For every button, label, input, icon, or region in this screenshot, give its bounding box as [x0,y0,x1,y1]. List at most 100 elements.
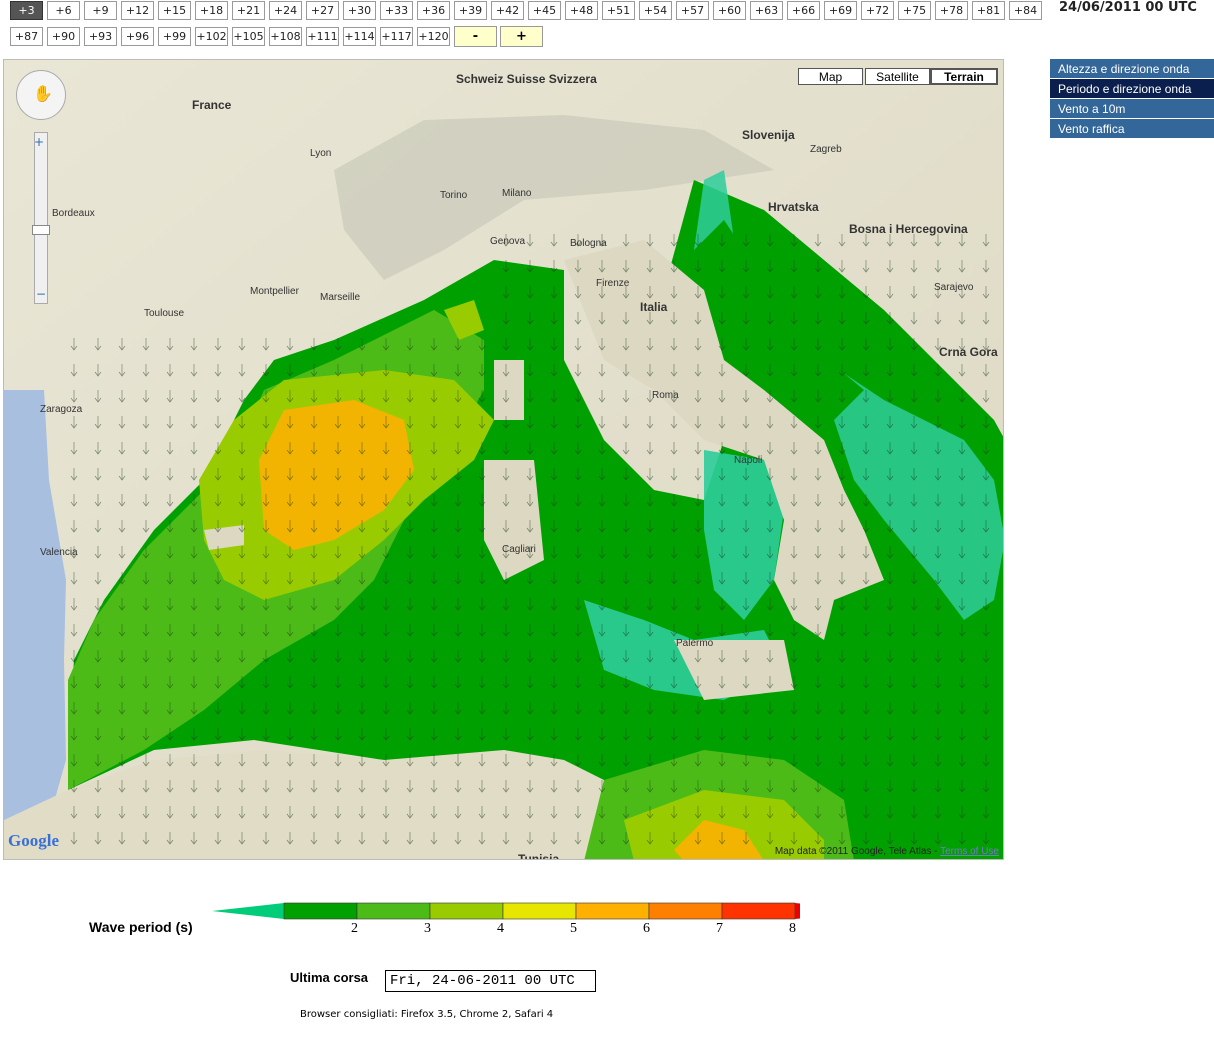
hour-button[interactable]: +12 [121,1,154,20]
hour-button[interactable]: +48 [565,1,598,20]
place-label: Firenze [596,278,630,289]
place-label: Milano [502,188,532,199]
terms-link[interactable]: Terms of Use [940,846,999,857]
hour-button[interactable]: +75 [898,1,931,20]
corsica-island [494,360,524,420]
hour-button[interactable]: +66 [787,1,820,20]
place-label: Genova [490,236,526,247]
legend-bin [356,902,431,920]
place-label: Sarajevo [934,282,974,293]
hour-button[interactable]: +111 [306,27,339,46]
hour-button[interactable]: +36 [417,1,450,20]
legend-min-triangle [212,903,284,919]
hour-button[interactable]: +84 [1009,1,1042,20]
map-type-map-button[interactable]: Map [798,68,863,85]
hour-button[interactable]: +33 [380,1,413,20]
hour-button[interactable]: +99 [158,27,191,46]
legend-tick-label: 3 [424,921,431,936]
place-label: Montpellier [250,286,299,297]
step-forward-button[interactable]: + [500,26,543,47]
legend-tick-label: 2 [351,921,358,936]
hour-button[interactable]: +72 [861,1,894,20]
hour-button[interactable]: +57 [676,1,709,20]
place-label: Bordeaux [52,208,95,219]
place-label: Bologna [570,238,607,249]
place-label: Tunisia [518,852,560,860]
place-label: Cagliari [502,544,536,555]
place-label: Italia [640,300,668,314]
place-label: Valencia [40,547,78,558]
place-label: Crna Gora [939,345,998,359]
hour-button[interactable]: +93 [84,27,117,46]
hour-button[interactable]: +63 [750,1,783,20]
hour-button[interactable]: +6 [47,1,80,20]
panel-wind-gust-button[interactable]: Vento raffica [1050,119,1214,138]
hour-button[interactable]: +18 [195,1,228,20]
last-run-field: Fri, 24-06-2011 00 UTC [385,970,596,992]
legend-bin [575,902,650,920]
hour-button[interactable]: +30 [343,1,376,20]
place-label: Toulouse [144,308,185,319]
legend-max-triangle [795,903,800,919]
place-label: Lyon [310,148,332,159]
last-run-label: Ultima corsa [290,970,369,985]
google-logo: Google [8,831,59,850]
place-label: Napoli [734,455,763,466]
hour-button[interactable]: +42 [491,1,524,20]
place-label: Slovenija [742,128,795,142]
map-attribution: Map data ©2011 Google, Tele Atlas - Term… [774,846,999,857]
hour-button[interactable]: +51 [602,1,635,20]
hour-button[interactable]: +96 [121,27,154,46]
hour-button[interactable]: +24 [269,1,302,20]
hour-button[interactable]: +60 [713,1,746,20]
hour-button[interactable]: +45 [528,1,561,20]
pan-control[interactable]: ✋ [16,70,66,120]
hour-button[interactable]: +120 [417,27,450,46]
hour-button[interactable]: +27 [306,1,339,20]
hour-button[interactable]: +108 [269,27,302,46]
legend-title: Wave period (s) [89,919,193,935]
hour-button[interactable]: +114 [343,27,376,46]
hour-button[interactable]: +102 [195,27,228,46]
legend-tick-label: 8 [789,921,796,936]
place-label: Palermo [676,638,714,649]
panel-wave-height-button[interactable]: Altezza e direzione onda [1050,59,1214,78]
hour-button[interactable]: +3 [10,1,43,20]
hour-button[interactable]: +69 [824,1,857,20]
legend-tick-label: 4 [497,921,504,936]
hour-button[interactable]: +78 [935,1,968,20]
hour-button[interactable]: +21 [232,1,265,20]
map-canvas [4,60,1003,859]
hour-button[interactable]: +90 [47,27,80,46]
hour-button[interactable]: +117 [380,27,413,46]
hour-button[interactable]: +87 [10,27,43,46]
place-label: Torino [440,190,468,201]
hour-button[interactable]: +54 [639,1,672,20]
legend-tick-label: 5 [570,921,577,936]
hour-button[interactable]: +9 [84,1,117,20]
map-view[interactable]: Map Satellite Terrain ✋ + − Schweiz Suis… [3,59,1004,860]
map-type-satellite-button[interactable]: Satellite [865,68,930,85]
panel-wind-10m-button[interactable]: Vento a 10m [1050,99,1214,118]
zoom-in-button[interactable]: + [34,135,44,149]
zoom-thumb[interactable] [32,225,50,235]
legend-colorbar [212,902,800,920]
step-back-button[interactable]: - [454,26,497,47]
place-label: Schweiz Suisse Svizzera [456,72,597,86]
place-label: Roma [652,390,679,401]
legend-bin [429,902,504,920]
legend-bin [721,902,796,920]
browser-recommendation: Browser consigliati: Firefox 3.5, Chrome… [300,1009,554,1020]
hour-button[interactable]: +39 [454,1,487,20]
legend-tick-label: 6 [643,921,650,936]
place-label: Marseille [320,292,361,303]
place-label: Zaragoza [40,404,83,415]
hour-button[interactable]: +15 [158,1,191,20]
zoom-out-button[interactable]: − [36,287,46,301]
zoom-slider[interactable]: + − [32,132,50,304]
place-label: France [192,98,232,112]
hour-button[interactable]: +81 [972,1,1005,20]
map-type-terrain-button[interactable]: Terrain [930,68,998,85]
hour-button[interactable]: +105 [232,27,265,46]
panel-wave-period-button[interactable]: Periodo e direzione onda [1050,79,1214,98]
